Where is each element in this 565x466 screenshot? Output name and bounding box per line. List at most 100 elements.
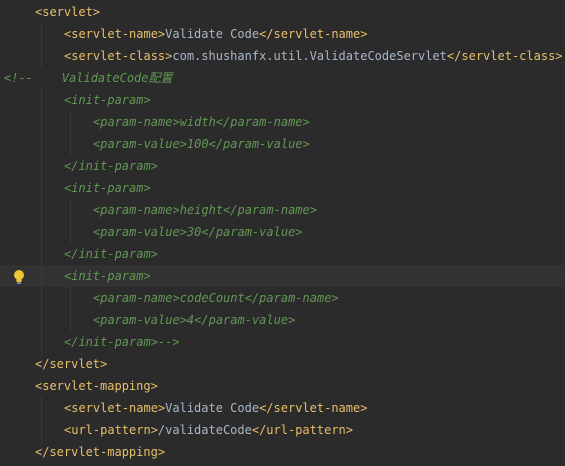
xml-tag: </servlet-class> bbox=[446, 49, 563, 63]
comment-text: codeCount bbox=[179, 291, 245, 305]
indent-guide bbox=[41, 287, 42, 309]
comment-text: </param-name> bbox=[244, 291, 339, 305]
xml-tag: <servlet-name> bbox=[64, 401, 166, 415]
code-line[interactable]: <!-- ValidateCode配置 bbox=[0, 67, 565, 89]
code-line-text: </init-param>--> bbox=[64, 331, 180, 353]
code-line[interactable]: </init-param> bbox=[0, 243, 565, 265]
code-line-text: <init-param> bbox=[64, 177, 151, 199]
comment-text: </init-param> bbox=[64, 335, 158, 349]
text-value: Validate Code bbox=[165, 401, 260, 415]
code-line[interactable]: <url-pattern>/validateCode</url-pattern> bbox=[0, 419, 565, 441]
code-line[interactable]: <param-name>height</param-name> bbox=[0, 199, 565, 221]
text-value: Validate Code bbox=[165, 27, 260, 41]
comment-text: </param-name> bbox=[215, 115, 310, 129]
comment-text: <param-value> bbox=[93, 137, 187, 151]
indent-guide bbox=[41, 45, 42, 67]
comment-text: </param-name> bbox=[223, 203, 317, 217]
code-line-text: </servlet-mapping> bbox=[35, 441, 165, 463]
code-line[interactable]: </servlet-mapping> bbox=[0, 441, 565, 463]
code-line-text: <servlet-name>Validate Code</servlet-nam… bbox=[64, 23, 367, 45]
comment-text: </init-param> bbox=[64, 247, 158, 261]
code-line-text: <param-value>4</param-value> bbox=[93, 309, 295, 331]
comment-text: <param-value> bbox=[93, 225, 187, 239]
comment-text: <init-param> bbox=[64, 181, 151, 195]
indent-guide bbox=[41, 397, 42, 419]
code-line[interactable]: <servlet-name>Validate Code</servlet-nam… bbox=[0, 397, 565, 419]
code-line[interactable]: </init-param>--> bbox=[0, 331, 565, 353]
code-line-text: </servlet> bbox=[35, 353, 107, 375]
comment-text: <init-param> bbox=[64, 269, 151, 283]
code-line-text: <!-- ValidateCode配置 bbox=[4, 67, 173, 89]
lightbulb-icon[interactable] bbox=[12, 269, 26, 285]
comment-text: <!-- bbox=[4, 71, 33, 85]
comment-text: <param-name> bbox=[93, 203, 180, 217]
code-line[interactable]: <servlet> bbox=[0, 1, 565, 23]
comment-text: <init-param> bbox=[64, 93, 151, 107]
code-line[interactable]: <param-name>width</param-name> bbox=[0, 111, 565, 133]
code-line[interactable]: <servlet-mapping> bbox=[0, 375, 565, 397]
code-line[interactable]: <servlet-class>com.shushanfx.util.Valida… bbox=[0, 45, 565, 67]
xml-tag: <servlet-name> bbox=[64, 27, 166, 41]
xml-tag: </servlet-name> bbox=[259, 27, 368, 41]
comment-text: </param-value> bbox=[194, 313, 296, 327]
text-value: /validateCode bbox=[157, 423, 252, 437]
xml-tag: <servlet> bbox=[35, 5, 101, 19]
code-line[interactable]: <init-param> bbox=[0, 89, 565, 111]
code-editor[interactable]: <servlet> <servlet-name>Validate Code</se… bbox=[0, 0, 565, 466]
code-line[interactable]: <param-name>codeCount</param-name> bbox=[0, 287, 565, 309]
indent-guide bbox=[41, 23, 42, 45]
indent-guide bbox=[70, 221, 71, 243]
code-line[interactable]: <param-value>30</param-value> bbox=[0, 221, 565, 243]
code-line[interactable]: <init-param> bbox=[0, 265, 565, 287]
indent-guide bbox=[41, 199, 42, 221]
indent-guide bbox=[41, 243, 42, 265]
code-line-text: </init-param> bbox=[64, 155, 158, 177]
code-line-text: <param-value>100</param-value> bbox=[93, 133, 310, 155]
xml-tag: <servlet-mapping> bbox=[35, 379, 158, 393]
xml-tag: <url-pattern> bbox=[64, 423, 158, 437]
code-line[interactable]: <param-value>4</param-value> bbox=[0, 309, 565, 331]
code-line-text: <param-value>30</param-value> bbox=[93, 221, 303, 243]
xml-tag: </url-pattern> bbox=[251, 423, 353, 437]
code-line[interactable]: <init-param> bbox=[0, 177, 565, 199]
comment-text: 30 bbox=[186, 225, 202, 239]
indent-guide bbox=[41, 309, 42, 331]
indent-guide bbox=[41, 89, 42, 111]
indent-guide bbox=[70, 287, 71, 309]
comment-text: </param-value> bbox=[208, 137, 310, 151]
code-line-text: <servlet-class>com.shushanfx.util.Valida… bbox=[64, 45, 563, 67]
code-line-text: <servlet> bbox=[35, 1, 100, 23]
code-line[interactable]: </servlet> bbox=[0, 353, 565, 375]
comment-text: ValidateCode配置 bbox=[32, 71, 173, 85]
indent-guide bbox=[70, 309, 71, 331]
comment-text: <param-name> bbox=[93, 115, 180, 129]
xml-tag: </servlet> bbox=[35, 357, 108, 371]
code-line[interactable]: <servlet-name>Validate Code</servlet-nam… bbox=[0, 23, 565, 45]
code-lines[interactable]: <servlet> <servlet-name>Validate Code</se… bbox=[0, 1, 565, 463]
comment-text: 100 bbox=[186, 137, 209, 151]
code-line-text: <param-name>width</param-name> bbox=[93, 111, 310, 133]
indent-guide bbox=[41, 155, 42, 177]
code-line[interactable]: <param-value>100</param-value> bbox=[0, 133, 565, 155]
code-line-text: <init-param> bbox=[64, 89, 151, 111]
indent-guide bbox=[70, 199, 71, 221]
indent-guide bbox=[41, 419, 42, 441]
indent-guide bbox=[41, 177, 42, 199]
code-line-text: <param-name>codeCount</param-name> bbox=[93, 287, 339, 309]
comment-text: </param-value> bbox=[201, 225, 303, 239]
comment-text: </init-param> bbox=[64, 159, 158, 173]
indent-guide bbox=[41, 221, 42, 243]
code-line-text: <init-param> bbox=[64, 265, 151, 287]
indent-guide bbox=[41, 265, 42, 287]
indent-guide bbox=[41, 111, 42, 133]
indent-guide bbox=[70, 133, 71, 155]
code-line[interactable]: </init-param> bbox=[0, 155, 565, 177]
indent-guide bbox=[41, 331, 42, 353]
xml-tag: <servlet-class> bbox=[64, 49, 173, 63]
code-line-text: <servlet-name>Validate Code</servlet-nam… bbox=[64, 397, 367, 419]
text-value: com.shushanfx.util.ValidateCodeServlet bbox=[172, 49, 447, 63]
code-line-text: <param-name>height</param-name> bbox=[93, 199, 317, 221]
comment-text: <param-value> bbox=[93, 313, 187, 327]
comment-text: width bbox=[179, 115, 216, 129]
code-line-text: </init-param> bbox=[64, 243, 158, 265]
